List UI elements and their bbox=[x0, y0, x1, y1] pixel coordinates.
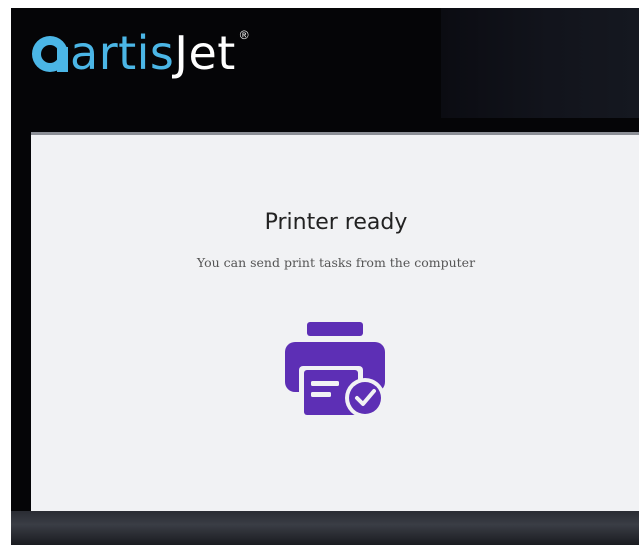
printer-panel: artis Jet ® Printer ready You can send p… bbox=[11, 8, 639, 545]
artisjet-logo: artis Jet ® bbox=[30, 20, 249, 90]
bottom-bezel bbox=[11, 511, 639, 545]
brand-text-jet: Jet bbox=[174, 26, 236, 80]
status-message: You can send print tasks from the comput… bbox=[196, 255, 476, 270]
registered-mark: ® bbox=[239, 28, 249, 42]
brand-text-artis: artis bbox=[70, 26, 175, 80]
brand-header: artis Jet ® bbox=[11, 8, 639, 118]
printer-ready-icon bbox=[285, 322, 385, 418]
status-title: Printer ready bbox=[264, 210, 408, 235]
status-screen: Printer ready You can send print tasks f… bbox=[31, 132, 639, 511]
artisjet-logo-icon bbox=[32, 36, 68, 72]
